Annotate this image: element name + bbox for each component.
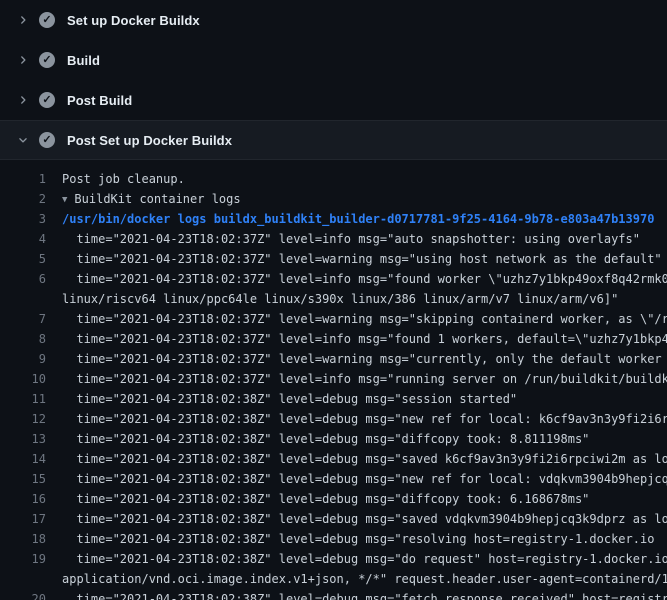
log-line: 20 time="2021-04-23T18:02:38Z" level=deb… xyxy=(0,589,667,600)
line-text: time="2021-04-23T18:02:37Z" level=warnin… xyxy=(46,249,667,269)
line-number[interactable]: 15 xyxy=(0,469,46,489)
log-line: 12 time="2021-04-23T18:02:38Z" level=deb… xyxy=(0,409,667,429)
line-number[interactable]: 18 xyxy=(0,529,46,549)
log-group-line: 2▼BuildKit container logs xyxy=(0,189,667,209)
line-number[interactable]: 4 xyxy=(0,229,46,249)
log-line: 5 time="2021-04-23T18:02:37Z" level=warn… xyxy=(0,249,667,269)
line-number[interactable]: 6 xyxy=(0,269,46,289)
log-line: 13 time="2021-04-23T18:02:38Z" level=deb… xyxy=(0,429,667,449)
step-label: Build xyxy=(67,53,100,68)
line-text: time="2021-04-23T18:02:38Z" level=debug … xyxy=(46,589,667,600)
chevron-right-icon xyxy=(16,13,30,27)
chevron-down-icon xyxy=(16,133,30,147)
log-line: 19 time="2021-04-23T18:02:38Z" level=deb… xyxy=(0,549,667,569)
line-number[interactable]: 8 xyxy=(0,329,46,349)
line-text: time="2021-04-23T18:02:37Z" level=warnin… xyxy=(46,309,667,329)
line-text: time="2021-04-23T18:02:37Z" level=info m… xyxy=(46,269,667,289)
line-text: time="2021-04-23T18:02:38Z" level=debug … xyxy=(46,409,667,429)
step-post-build[interactable]: ✓ Post Build xyxy=(0,80,667,120)
line-number xyxy=(0,569,46,589)
success-check-icon: ✓ xyxy=(39,52,55,68)
actions-log-viewer: ✓ Set up Docker Buildx ✓ Build ✓ Post Bu… xyxy=(0,0,667,600)
log-panel: 1Post job cleanup.2▼BuildKit container l… xyxy=(0,160,667,600)
line-text: ▼BuildKit container logs xyxy=(46,189,667,209)
success-check-icon: ✓ xyxy=(39,132,55,148)
line-text: Post job cleanup. xyxy=(46,169,667,189)
line-number[interactable]: 10 xyxy=(0,369,46,389)
line-number[interactable]: 20 xyxy=(0,589,46,600)
line-number[interactable]: 16 xyxy=(0,489,46,509)
log-line: 8 time="2021-04-23T18:02:37Z" level=info… xyxy=(0,329,667,349)
log-line: 3/usr/bin/docker logs buildx_buildkit_bu… xyxy=(0,209,667,229)
line-text: time="2021-04-23T18:02:37Z" level=info m… xyxy=(46,329,667,349)
step-build[interactable]: ✓ Build xyxy=(0,40,667,80)
step-label: Post Set up Docker Buildx xyxy=(67,133,232,148)
line-number[interactable]: 5 xyxy=(0,249,46,269)
step-label: Set up Docker Buildx xyxy=(67,13,200,28)
step-set-up-docker-buildx[interactable]: ✓ Set up Docker Buildx xyxy=(0,0,667,40)
line-number xyxy=(0,289,46,309)
line-number[interactable]: 19 xyxy=(0,549,46,569)
line-number[interactable]: 3 xyxy=(0,209,46,229)
line-number[interactable]: 2 xyxy=(0,189,46,209)
line-number[interactable]: 12 xyxy=(0,409,46,429)
line-number[interactable]: 11 xyxy=(0,389,46,409)
log-line: 6 time="2021-04-23T18:02:37Z" level=info… xyxy=(0,269,667,289)
line-text: time="2021-04-23T18:02:37Z" level=warnin… xyxy=(46,349,667,369)
chevron-right-icon xyxy=(16,93,30,107)
log-line: 4 time="2021-04-23T18:02:37Z" level=info… xyxy=(0,229,667,249)
log-line: 11 time="2021-04-23T18:02:38Z" level=deb… xyxy=(0,389,667,409)
log-line: 10 time="2021-04-23T18:02:37Z" level=inf… xyxy=(0,369,667,389)
log-line: linux/riscv64 linux/ppc64le linux/s390x … xyxy=(0,289,667,309)
log-line: application/vnd.oci.image.index.v1+json,… xyxy=(0,569,667,589)
step-list: ✓ Set up Docker Buildx ✓ Build ✓ Post Bu… xyxy=(0,0,667,160)
command-line-text[interactable]: /usr/bin/docker logs buildx_buildkit_bui… xyxy=(46,209,667,229)
log-line: 15 time="2021-04-23T18:02:38Z" level=deb… xyxy=(0,469,667,489)
line-number[interactable]: 14 xyxy=(0,449,46,469)
log-line: 7 time="2021-04-23T18:02:37Z" level=warn… xyxy=(0,309,667,329)
line-number[interactable]: 17 xyxy=(0,509,46,529)
success-check-icon: ✓ xyxy=(39,92,55,108)
line-number[interactable]: 1 xyxy=(0,169,46,189)
log-line: 17 time="2021-04-23T18:02:38Z" level=deb… xyxy=(0,509,667,529)
line-number[interactable]: 13 xyxy=(0,429,46,449)
line-text: time="2021-04-23T18:02:37Z" level=info m… xyxy=(46,229,667,249)
line-text: linux/riscv64 linux/ppc64le linux/s390x … xyxy=(46,289,667,309)
log-line: 14 time="2021-04-23T18:02:38Z" level=deb… xyxy=(0,449,667,469)
log-line: 9 time="2021-04-23T18:02:37Z" level=warn… xyxy=(0,349,667,369)
log-lines: 1Post job cleanup.2▼BuildKit container l… xyxy=(0,169,667,600)
line-text: time="2021-04-23T18:02:38Z" level=debug … xyxy=(46,489,667,509)
step-post-set-up-docker-buildx[interactable]: ✓ Post Set up Docker Buildx xyxy=(0,120,667,160)
line-text: time="2021-04-23T18:02:37Z" level=info m… xyxy=(46,369,667,389)
line-text: time="2021-04-23T18:02:38Z" level=debug … xyxy=(46,509,667,529)
step-label: Post Build xyxy=(67,93,132,108)
line-text: time="2021-04-23T18:02:38Z" level=debug … xyxy=(46,429,667,449)
line-text: time="2021-04-23T18:02:38Z" level=debug … xyxy=(46,529,667,549)
log-line: 18 time="2021-04-23T18:02:38Z" level=deb… xyxy=(0,529,667,549)
line-text: time="2021-04-23T18:02:38Z" level=debug … xyxy=(46,389,667,409)
log-line: 1Post job cleanup. xyxy=(0,169,667,189)
line-text: time="2021-04-23T18:02:38Z" level=debug … xyxy=(46,469,667,489)
line-number[interactable]: 9 xyxy=(0,349,46,369)
chevron-right-icon xyxy=(16,53,30,67)
line-text: application/vnd.oci.image.index.v1+json,… xyxy=(46,569,667,589)
line-text: time="2021-04-23T18:02:38Z" level=debug … xyxy=(46,449,667,469)
line-text: time="2021-04-23T18:02:38Z" level=debug … xyxy=(46,549,667,569)
success-check-icon: ✓ xyxy=(39,12,55,28)
line-number[interactable]: 7 xyxy=(0,309,46,329)
log-line: 16 time="2021-04-23T18:02:38Z" level=deb… xyxy=(0,489,667,509)
group-collapse-icon[interactable]: ▼ xyxy=(62,190,67,209)
